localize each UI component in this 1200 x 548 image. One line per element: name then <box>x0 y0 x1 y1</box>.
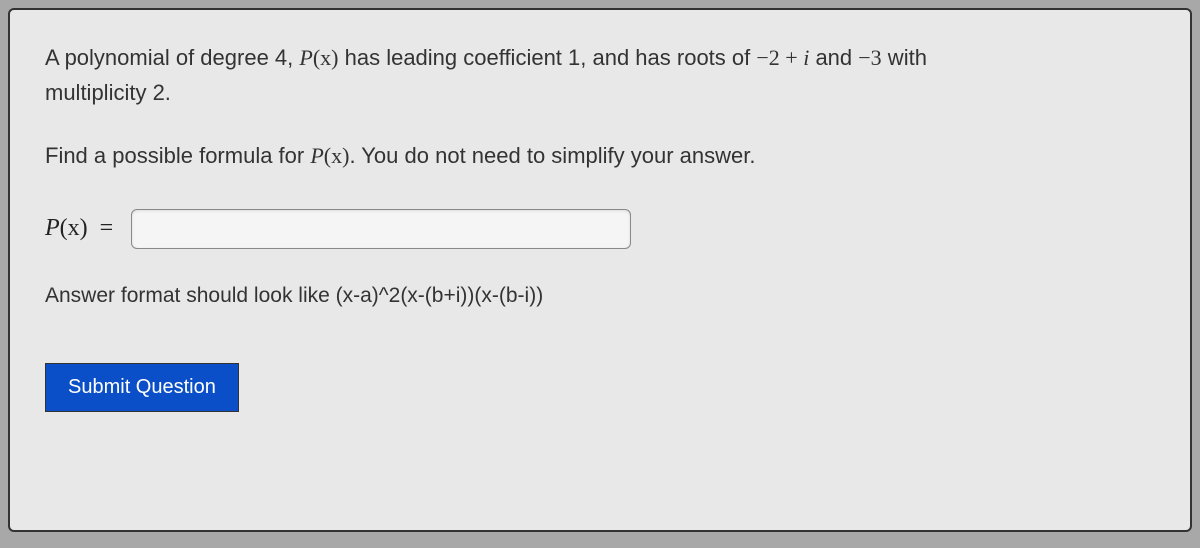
answer-label: P(x) <box>45 215 88 242</box>
instruction-text: Find a possible formula for P(x). You do… <box>45 138 1155 173</box>
math-root1: −2 + i <box>756 45 809 70</box>
math-parenx: (x) <box>313 45 339 70</box>
problem-text-4: with <box>882 45 927 70</box>
answer-label-p: P <box>45 215 60 241</box>
equals-sign: = <box>100 215 114 242</box>
answer-label-x: (x) <box>60 215 88 241</box>
problem-statement: A polynomial of degree 4, P(x) has leadi… <box>45 40 1155 110</box>
math-px: P <box>299 45 312 70</box>
problem-text-3: and <box>809 45 858 70</box>
math-root2: −3 <box>858 45 881 70</box>
submit-button[interactable]: Submit Question <box>45 363 239 412</box>
instruction-parenx: (x) <box>324 143 350 168</box>
instruction-part2: . You do not need to simplify your answe… <box>349 143 755 168</box>
problem-line2: multiplicity 2. <box>45 80 171 105</box>
question-container: A polynomial of degree 4, P(x) has leadi… <box>8 8 1192 532</box>
problem-text-1: A polynomial of degree 4, <box>45 45 299 70</box>
instruction-px: P <box>310 143 323 168</box>
instruction-part1: Find a possible formula for <box>45 143 310 168</box>
answer-row: P(x) = <box>45 209 1155 249</box>
format-hint: Answer format should look like (x-a)^2(x… <box>45 284 1155 308</box>
answer-input[interactable] <box>131 209 631 249</box>
problem-text-2: has leading coefficient 1, and has roots… <box>339 45 757 70</box>
